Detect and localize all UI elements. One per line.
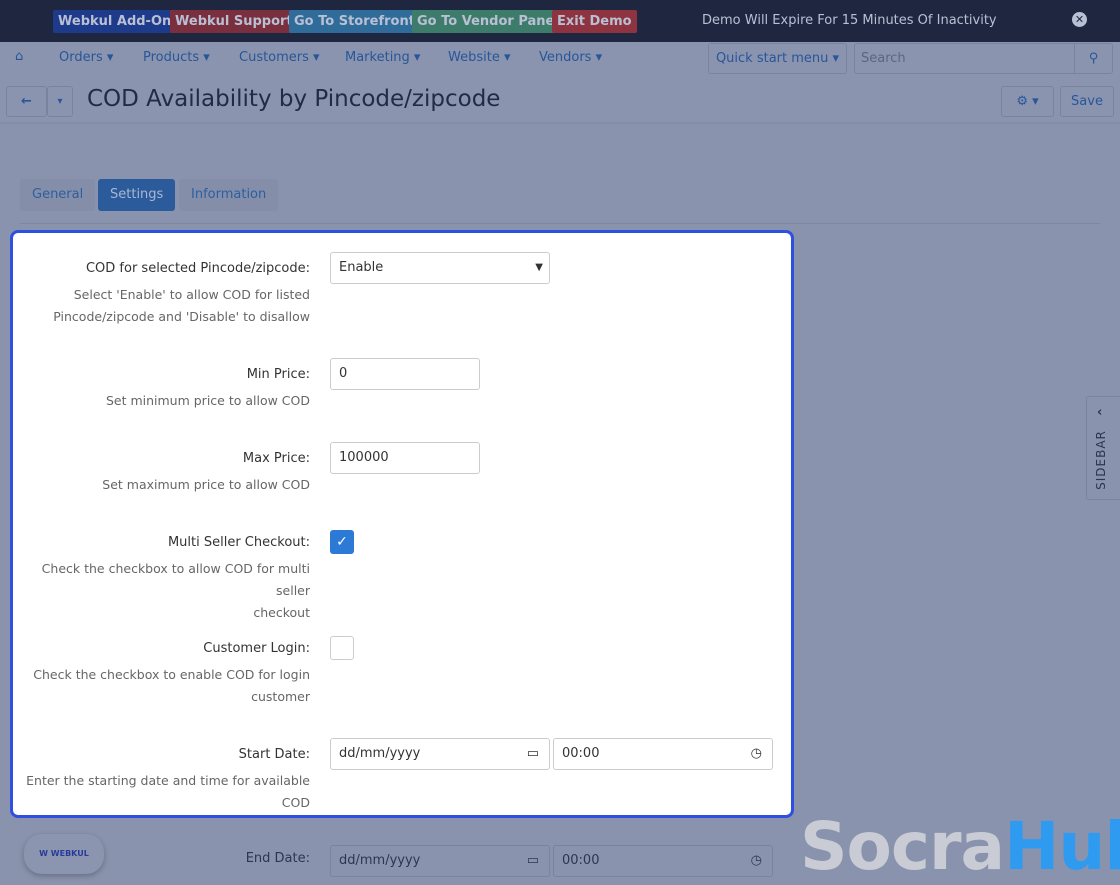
back-button[interactable]: ← [6, 86, 47, 117]
calendar-icon[interactable]: ▭ [527, 739, 539, 769]
search-icon[interactable]: ⚲ [1074, 44, 1112, 73]
hint-line: COD [281, 795, 310, 810]
nav-label: Products [143, 50, 200, 65]
hint-line: Select 'Enable' to allow COD for listed [73, 287, 310, 302]
nav-marketing[interactable]: Marketing ▾ [345, 50, 420, 65]
max-price-hint: Set maximum price to allow COD [102, 477, 310, 492]
close-icon[interactable]: ✕ [1072, 12, 1087, 27]
nav-label: Vendors [539, 50, 592, 65]
home-icon[interactable]: ⌂ [15, 49, 23, 64]
quick-start-label: Quick start menu [715, 51, 829, 66]
time-value: 00:00 [562, 746, 600, 761]
multi-seller-hint: Check the checkbox to allow COD for mult… [10, 558, 310, 624]
cod-hint: Select 'Enable' to allow COD for listed P… [10, 284, 310, 328]
start-date-hint: Enter the starting date and time for ava… [10, 770, 310, 814]
tab-divider [20, 223, 1100, 224]
end-date-input[interactable]: dd/mm/yyyy ▭ [330, 845, 550, 877]
cod-select[interactable]: Enable ▼ [330, 252, 550, 284]
start-date-input[interactable]: dd/mm/yyyy ▭ [330, 738, 550, 770]
calendar-icon[interactable]: ▭ [527, 846, 539, 876]
chevron-down-icon: ▼ [535, 262, 543, 273]
vendor-panel-button[interactable]: Go To Vendor Panel [412, 10, 564, 33]
search-input[interactable] [855, 44, 1070, 73]
hint-line: checkout [253, 605, 310, 620]
search-box: ⚲ [854, 43, 1113, 74]
nav-vendors[interactable]: Vendors ▾ [539, 50, 602, 65]
customer-login-label: Customer Login: [203, 641, 310, 656]
tab-information[interactable]: Information [179, 179, 279, 211]
cod-label: COD for selected Pincode/zipcode: [85, 261, 310, 276]
webkul-support-button[interactable]: Webkul Support [170, 10, 298, 33]
nav-orders[interactable]: Orders ▾ [59, 50, 113, 65]
multi-seller-label: Multi Seller Checkout: [167, 535, 310, 550]
multi-seller-checkbox[interactable]: ✓ [330, 530, 354, 554]
chevron-left-icon: ‹ [1097, 405, 1103, 420]
hint-line: Check the checkbox to enable COD for log… [33, 667, 310, 682]
socrahub-watermark: SocraHub [800, 808, 1120, 885]
min-price-hint: Set minimum price to allow COD [105, 393, 310, 408]
page-title: COD Availability by Pincode/zipcode [87, 86, 501, 112]
nav-website[interactable]: Website ▾ [448, 50, 511, 65]
start-date-label: Start Date: [238, 747, 310, 762]
settings-panel: COD for selected Pincode/zipcode: Select… [10, 230, 794, 818]
quick-start-menu[interactable]: Quick start menu ▾ [708, 43, 847, 74]
hint-line: customer [251, 689, 310, 704]
min-price-input[interactable]: 0 [330, 358, 480, 390]
clock-icon[interactable]: ◷ [751, 739, 762, 769]
back-dropdown[interactable]: ▾ [47, 86, 73, 117]
nav-products[interactable]: Products ▾ [143, 50, 210, 65]
time-value: 00:00 [562, 853, 600, 868]
hint-line: Pincode/zipcode and 'Disable' to disallo… [53, 309, 310, 324]
nav-label: Marketing [345, 50, 410, 65]
demo-notice: Demo Will Expire For 15 Minutes Of Inact… [702, 13, 997, 28]
demo-topbar: Webkul Add-On Webkul Support Go To Store… [0, 0, 1120, 42]
tab-settings[interactable]: Settings [98, 179, 176, 211]
nav-label: Customers [239, 50, 309, 65]
max-price-label: Max Price: [242, 451, 310, 466]
end-time-input[interactable]: 00:00 ◷ [553, 845, 773, 877]
webkul-logo[interactable]: W WEBKUL [24, 834, 104, 874]
tab-general[interactable]: General [20, 179, 96, 211]
max-price-input[interactable]: 100000 [330, 442, 480, 474]
sidebar-label: SIDEBAR [1093, 430, 1108, 490]
date-value: dd/mm/yyyy [339, 746, 421, 761]
save-button[interactable]: Save [1060, 86, 1114, 117]
nav-customers[interactable]: Customers ▾ [239, 50, 320, 65]
start-time-input[interactable]: 00:00 ◷ [553, 738, 773, 770]
date-value: dd/mm/yyyy [339, 853, 421, 868]
select-value: Enable [339, 260, 384, 275]
clock-icon[interactable]: ◷ [751, 846, 762, 876]
hint-line: Check the checkbox to allow COD for mult… [41, 561, 310, 598]
nav-label: Orders [59, 50, 103, 65]
webkul-addon-button[interactable]: Webkul Add-On [53, 10, 177, 33]
nav-label: Website [448, 50, 500, 65]
min-price-label: Min Price: [246, 367, 310, 382]
customer-login-checkbox[interactable] [330, 636, 354, 660]
settings-gear-button[interactable]: ⚙ ▾ [1001, 86, 1054, 117]
exit-demo-button[interactable]: Exit Demo [552, 10, 637, 33]
storefront-button[interactable]: Go To Storefront [289, 10, 420, 33]
customer-login-hint: Check the checkbox to enable COD for log… [10, 664, 310, 708]
hint-line: Enter the starting date and time for ava… [26, 773, 310, 788]
sidebar-toggle[interactable]: ‹ SIDEBAR [1086, 396, 1120, 500]
